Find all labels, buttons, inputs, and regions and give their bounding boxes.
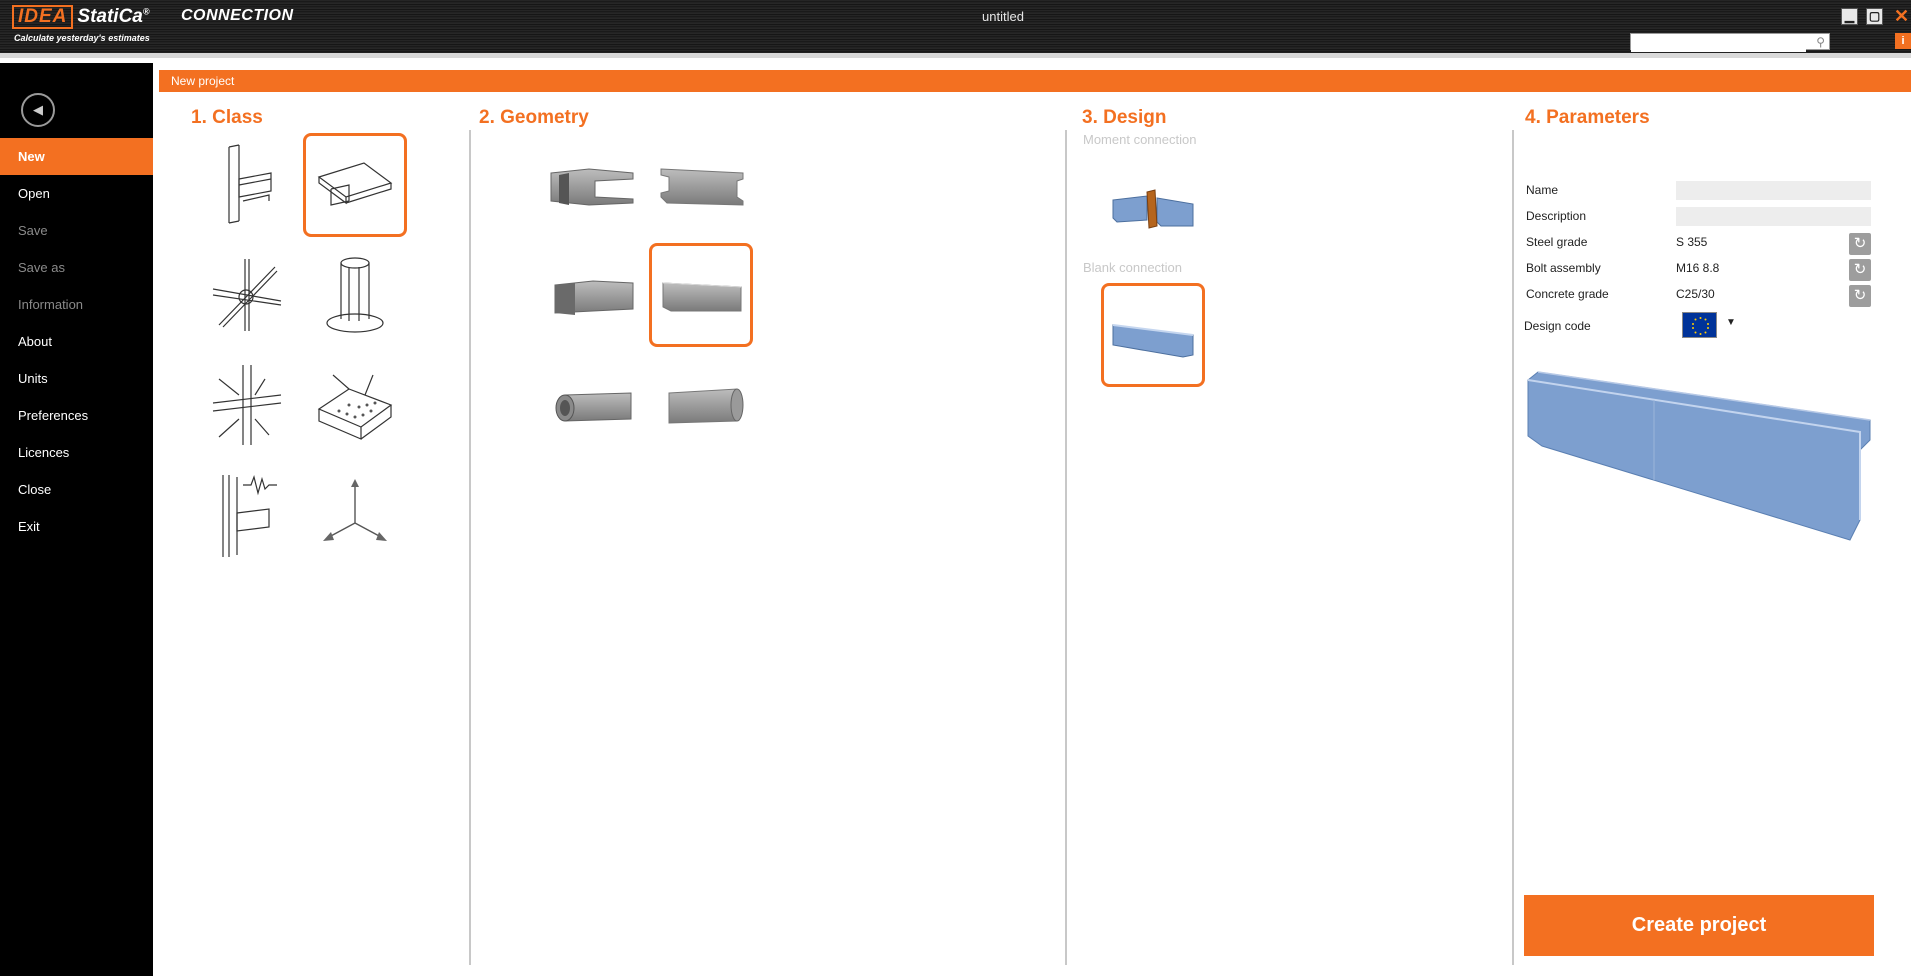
bolt-assembly-value[interactable]: M16 8.8 bbox=[1676, 261, 1719, 275]
sidebar-item-new[interactable]: New bbox=[0, 138, 153, 175]
chevron-down-icon[interactable]: ▼ bbox=[1726, 317, 1736, 328]
geometry-tube-icon[interactable] bbox=[649, 353, 753, 457]
design-title: 3. Design bbox=[1082, 107, 1167, 128]
description-label: Description bbox=[1526, 209, 1587, 223]
new-project-panel: New project 1. Class 2. Geometry 3. Desi… bbox=[159, 70, 1911, 976]
steel-grade-reset-icon[interactable]: ↻ bbox=[1849, 233, 1871, 255]
class-column-base-icon[interactable] bbox=[303, 243, 407, 347]
search-box[interactable]: ⚲ bbox=[1630, 33, 1830, 52]
sidebar-item-units[interactable]: Units bbox=[0, 360, 153, 397]
geometry-i-beam-tee-icon[interactable] bbox=[539, 133, 643, 237]
app-tagline: Calculate yesterday's estimates bbox=[14, 33, 150, 43]
sidebar: ◀ New Open Save Save as Information Abou… bbox=[0, 63, 153, 976]
sidebar-item-open[interactable]: Open bbox=[0, 175, 153, 212]
class-general-axes-icon[interactable] bbox=[303, 463, 407, 567]
steel-grade-value[interactable]: S 355 bbox=[1676, 235, 1707, 249]
sidebar-item-exit[interactable]: Exit bbox=[0, 508, 153, 545]
design-code-label: Design code bbox=[1524, 319, 1591, 333]
info-icon[interactable]: i bbox=[1895, 33, 1911, 49]
create-project-button[interactable]: Create project bbox=[1524, 895, 1874, 956]
moment-connection-label: Moment connection bbox=[1083, 132, 1197, 147]
concrete-grade-value[interactable]: C25/30 bbox=[1676, 287, 1715, 301]
panel-header: New project bbox=[159, 70, 1911, 92]
bolt-assembly-reset-icon[interactable]: ↻ bbox=[1849, 259, 1871, 281]
minimize-button[interactable]: ▁ bbox=[1841, 8, 1858, 25]
bolt-assembly-label: Bolt assembly bbox=[1526, 261, 1601, 275]
3d-preview[interactable] bbox=[1524, 360, 1874, 560]
maximize-button[interactable]: ▢ bbox=[1866, 8, 1883, 25]
class-beam-beam-icon[interactable] bbox=[303, 133, 407, 237]
steel-grade-label: Steel grade bbox=[1526, 235, 1588, 249]
geometry-box-beam-icon[interactable] bbox=[649, 243, 753, 347]
sidebar-item-licences[interactable]: Licences bbox=[0, 434, 153, 471]
geometry-i-beam-icon[interactable] bbox=[649, 133, 753, 237]
class-multi-member-icon[interactable] bbox=[193, 353, 297, 457]
class-title: 1. Class bbox=[191, 107, 263, 128]
column-divider bbox=[1065, 130, 1067, 965]
sidebar-item-about[interactable]: About bbox=[0, 323, 153, 360]
class-plate-bolts-icon[interactable] bbox=[303, 353, 407, 457]
concrete-grade-reset-icon[interactable]: ↻ bbox=[1849, 285, 1871, 307]
class-column-beam-icon[interactable] bbox=[193, 133, 297, 237]
design-moment-connection-icon[interactable] bbox=[1101, 156, 1205, 260]
description-field[interactable] bbox=[1676, 207, 1871, 226]
sidebar-item-information[interactable]: Information bbox=[0, 286, 153, 323]
eu-flag-icon[interactable] bbox=[1682, 312, 1717, 338]
document-title: untitled bbox=[982, 9, 1024, 24]
parameters-title: 4. Parameters bbox=[1525, 107, 1650, 128]
sidebar-item-save-as[interactable]: Save as bbox=[0, 249, 153, 286]
column-divider bbox=[1512, 130, 1514, 965]
column-divider bbox=[469, 130, 471, 965]
close-button[interactable]: ✕ bbox=[1893, 7, 1910, 25]
name-field[interactable] bbox=[1676, 181, 1871, 200]
geometry-box-tee-icon[interactable] bbox=[539, 243, 643, 347]
sidebar-item-save[interactable]: Save bbox=[0, 212, 153, 249]
sidebar-item-close[interactable]: Close bbox=[0, 471, 153, 508]
blank-connection-label: Blank connection bbox=[1083, 260, 1183, 275]
concrete-grade-label: Concrete grade bbox=[1526, 287, 1609, 301]
name-label: Name bbox=[1526, 183, 1559, 197]
geometry-title: 2. Geometry bbox=[479, 107, 589, 128]
arrow-left-icon: ◀ bbox=[33, 102, 43, 117]
search-icon[interactable]: ⚲ bbox=[1816, 35, 1825, 49]
class-truss-icon[interactable] bbox=[193, 243, 297, 347]
design-blank-connection-icon[interactable] bbox=[1101, 283, 1205, 387]
sidebar-item-preferences[interactable]: Preferences bbox=[0, 397, 153, 434]
back-button[interactable]: ◀ bbox=[21, 93, 55, 127]
class-seismic-icon[interactable] bbox=[193, 463, 297, 567]
geometry-tube-tee-icon[interactable] bbox=[539, 353, 643, 457]
search-input[interactable] bbox=[1631, 36, 1806, 52]
title-bar: IDEA StatiCa® CONNECTION Calculate yester… bbox=[0, 0, 1911, 58]
